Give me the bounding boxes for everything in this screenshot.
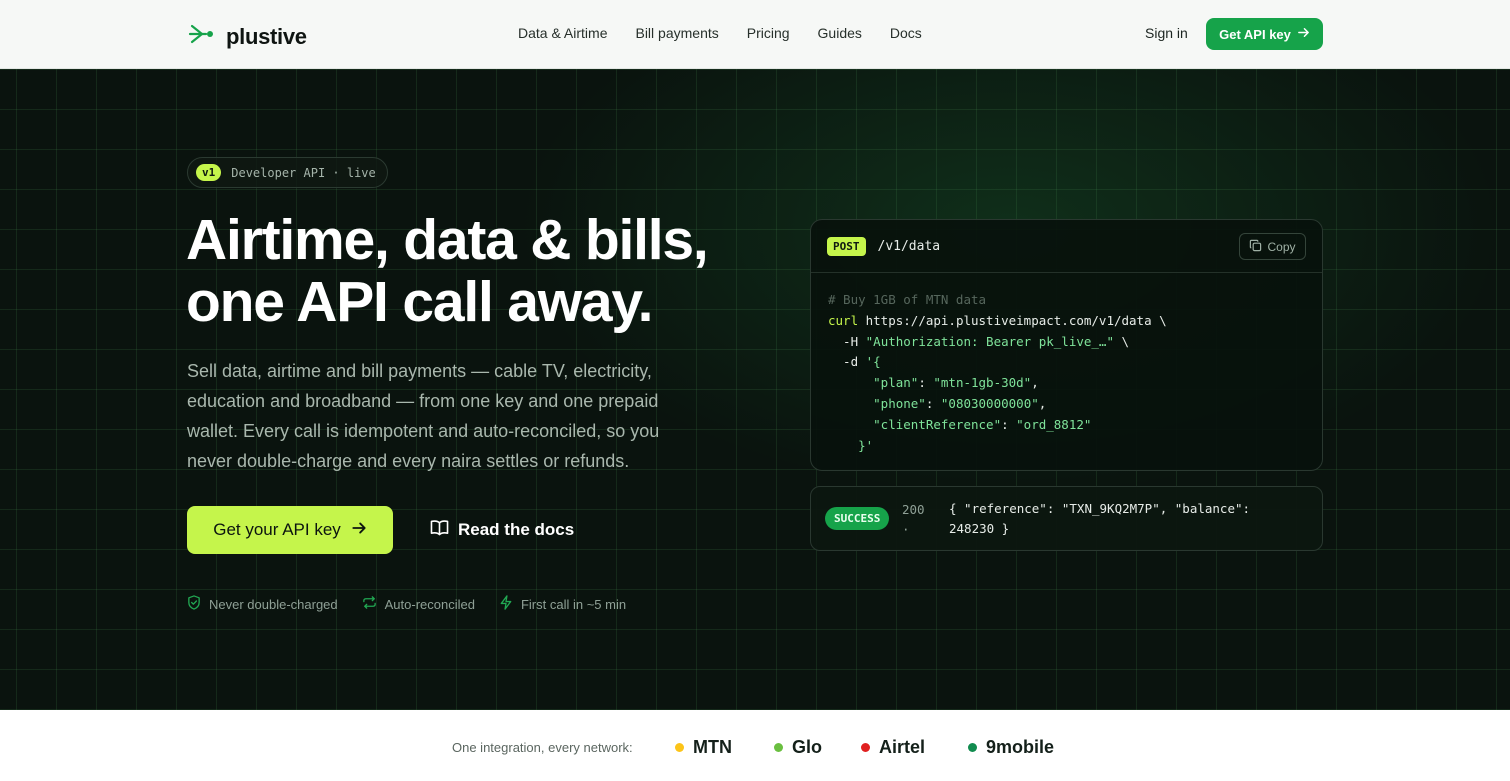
status-badge: SUCCESS [825, 507, 890, 530]
copy-button[interactable]: Copy [1239, 233, 1306, 260]
feature-label: Never double-charged [209, 596, 338, 612]
copy-icon [1249, 239, 1262, 255]
cta-secondary-label: Read the docs [458, 520, 575, 539]
network-dot [774, 743, 783, 752]
lightning-icon [499, 595, 513, 613]
network-name: Glo [792, 737, 822, 757]
status-code: 200 · [902, 502, 925, 537]
site-header: plustive Data & Airtime Bill payments Pr… [0, 0, 1510, 69]
version-badge: v1 [196, 164, 222, 181]
network-strip: One integration, every network: MTN Glo … [0, 710, 1510, 781]
code-ref-key: "clientReference" [828, 416, 1002, 432]
version-pill: v1 Developer API · live [187, 157, 388, 188]
http-method-badge: POST [827, 236, 866, 256]
code-data-close: }' [828, 437, 874, 453]
endpoint-path: /v1/data [877, 238, 941, 254]
main-nav: Data & Airtime Bill payments Pricing Gui… [518, 25, 922, 41]
feature-item: First call in ~5 min [499, 595, 626, 613]
feature-item: Auto-reconciled [362, 595, 475, 613]
code-data-flag: -d [828, 354, 866, 370]
version-pill-text: Developer API · live [231, 165, 376, 180]
get-api-key-button[interactable]: Get API key [1206, 18, 1323, 50]
nav-bill-payments[interactable]: Bill payments [635, 25, 718, 41]
get-api-key-label: Get API key [1219, 26, 1291, 42]
network-9mobile: 9mobile [968, 737, 1054, 758]
sign-in-link[interactable]: Sign in [1145, 25, 1188, 41]
code-comment: # Buy 1GB of MTN data [828, 292, 987, 307]
hero-section: v1 Developer API · live Airtime, data & … [0, 69, 1510, 710]
network-dot [675, 743, 684, 752]
code-sample-card: POST /v1/data Copy # Buy 1GB of MTN data… [810, 219, 1323, 471]
code-ref-value: "ord_8812" [1016, 416, 1092, 432]
nav-docs[interactable]: Docs [890, 25, 922, 41]
code-header-flag: -H [828, 333, 866, 349]
hero-lead: Sell data, airtime and bill payments — c… [187, 361, 660, 471]
book-icon [430, 519, 449, 541]
code-url: https://api.plustiveimpact.com/v1/data \ [858, 312, 1167, 328]
code-header-value: "Authorization: Bearer pk_live_…" [865, 333, 1114, 349]
code-plan-key: "plan" [828, 375, 919, 391]
logo-icon [188, 20, 216, 53]
shield-check-icon [187, 595, 201, 613]
code-phone-key: "phone" [828, 395, 926, 411]
code-block: # Buy 1GB of MTN data curl https://api.p… [828, 292, 1167, 453]
code-plan-value: "mtn-1gb-30d" [933, 375, 1032, 391]
nav-guides[interactable]: Guides [818, 25, 862, 41]
code-card-header: POST /v1/data Copy [811, 220, 1322, 273]
nav-pricing[interactable]: Pricing [747, 25, 790, 41]
headline-line-1: Airtime, data & bills, [186, 208, 709, 272]
headline-line-2: one API call away. [186, 270, 653, 334]
network-glo: Glo [774, 737, 822, 758]
logo-text: plustive [226, 23, 307, 49]
code-header-tail: \ [1114, 333, 1130, 349]
response-body: { "reference": "TXN_9KQ2M7P", "balance":… [949, 501, 1251, 536]
hero-headline: Airtime, data & bills, one API call away… [186, 209, 786, 333]
network-name: MTN [693, 737, 732, 757]
feature-label: First call in ~5 min [520, 596, 627, 612]
read-the-docs-link[interactable]: Read the docs [430, 519, 574, 541]
logo[interactable]: plustive [188, 20, 307, 53]
code-data-open: '{ [865, 354, 881, 370]
repeat-icon [362, 595, 377, 613]
feature-item: Never double-charged [187, 595, 338, 613]
cta-primary-label: Get your API key [213, 520, 341, 539]
network-name: 9mobile [986, 737, 1055, 757]
network-dot [861, 743, 870, 752]
arrow-right-icon [351, 520, 367, 541]
arrow-right-icon [1297, 26, 1310, 42]
response-card: SUCCESS 200 · { "reference": "TXN_9KQ2M7… [810, 486, 1323, 551]
network-dot [968, 743, 977, 752]
get-your-api-key-button[interactable]: Get your API key [187, 506, 393, 554]
feature-list: Never double-charged Auto-reconciled Fir… [187, 595, 626, 613]
network-strip-label: One integration, every network: [452, 740, 633, 755]
network-mtn: MTN [675, 737, 732, 758]
nav-data-airtime[interactable]: Data & Airtime [518, 25, 607, 41]
code-command: curl [828, 312, 859, 328]
copy-label: Copy [1267, 239, 1296, 254]
code-phone-value: "08030000000" [940, 395, 1039, 411]
network-name: Airtel [879, 737, 926, 757]
feature-label: Auto-reconciled [384, 596, 475, 612]
network-airtel: Airtel [861, 737, 925, 758]
